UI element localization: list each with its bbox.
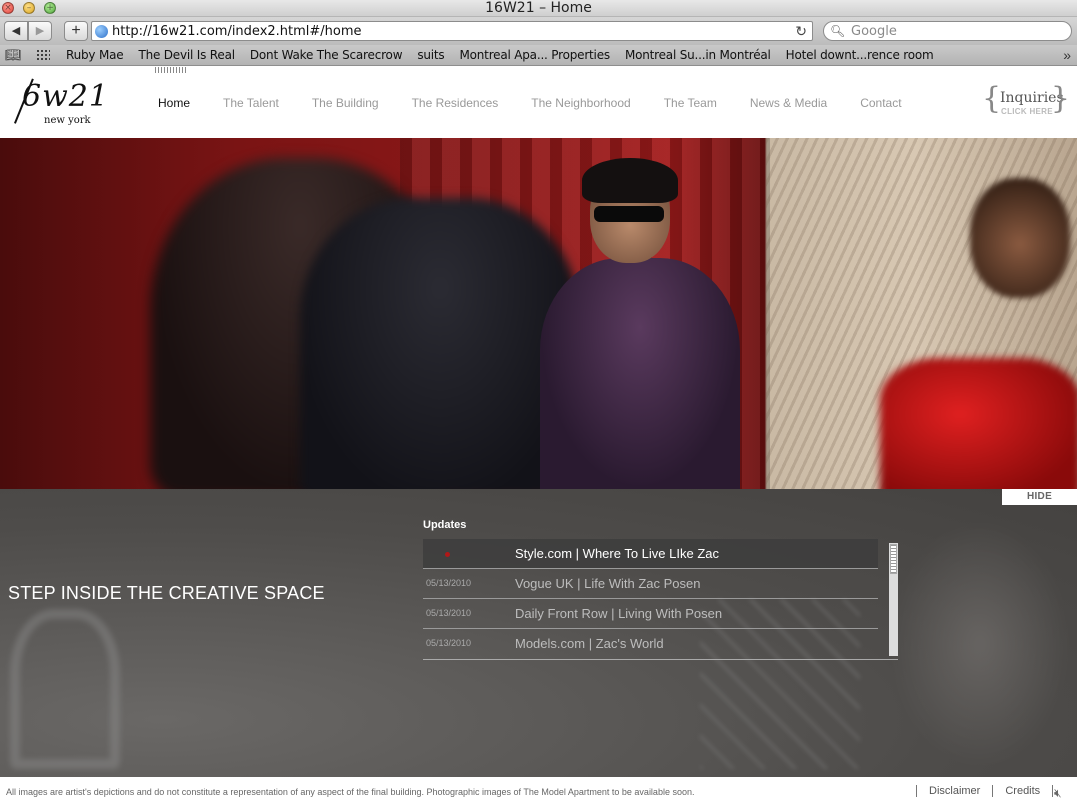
figure-jacket bbox=[540, 258, 740, 489]
nav-item-the-neighborhood[interactable]: The Neighborhood bbox=[531, 96, 630, 110]
update-item[interactable]: 05/13/2010 Vogue UK | Life With Zac Pose… bbox=[423, 569, 878, 599]
nav-indicator bbox=[155, 67, 187, 73]
update-item[interactable]: 05/13/2010 Daily Front Row | Living With… bbox=[423, 599, 878, 629]
search-icon: 🔍︎ bbox=[830, 24, 846, 38]
left-brace-icon: { bbox=[982, 81, 1002, 116]
figure-head-right bbox=[970, 178, 1070, 298]
update-item[interactable]: 05/13/2010 Models.com | Zac's World bbox=[423, 629, 878, 659]
update-title[interactable]: Daily Front Row | Living With Posen bbox=[515, 606, 722, 621]
nav-item-the-building[interactable]: The Building bbox=[312, 96, 379, 110]
site-logo[interactable]: 6w21 new york bbox=[14, 75, 116, 130]
back-arrow-icon: ◀ bbox=[11, 25, 21, 37]
figure-sunglasses bbox=[594, 206, 664, 222]
back-button[interactable]: ◀ bbox=[4, 21, 28, 41]
inquiries-button[interactable]: { Inquiries CLICK HERE } bbox=[982, 81, 1070, 119]
reload-icon[interactable]: ↻ bbox=[795, 22, 807, 40]
logo-main-text: 6w21 bbox=[22, 79, 109, 114]
bookmark-item[interactable]: Dont Wake The Scarecrow bbox=[250, 45, 403, 66]
updates-list: Style.com | Where To Live LIke Zac 05/13… bbox=[423, 539, 898, 660]
url-text[interactable]: http://16w21.com/index2.html#/home bbox=[112, 23, 362, 40]
nav-item-the-talent[interactable]: The Talent bbox=[223, 96, 279, 110]
logo-sub-text: new york bbox=[44, 115, 91, 126]
right-brace-icon: } bbox=[1050, 81, 1070, 116]
bookmark-item[interactable]: Montreal Su...in Montréal bbox=[625, 45, 771, 66]
bookmark-item[interactable]: Ruby Mae bbox=[66, 45, 124, 66]
window-titlebar: × – + 16W21 – Home bbox=[0, 0, 1077, 17]
bookmark-item[interactable]: Hotel downt...rence room bbox=[786, 45, 934, 66]
inquiries-sublabel: CLICK HERE bbox=[1001, 107, 1053, 116]
add-bookmark-icon: + bbox=[71, 22, 81, 39]
update-title[interactable]: Style.com | Where To Live LIke Zac bbox=[515, 546, 719, 561]
featured-dot-icon bbox=[445, 552, 450, 557]
bookmark-item[interactable]: The Devil Is Real bbox=[138, 45, 235, 66]
site-footer: All images are artist's depictions and d… bbox=[0, 777, 1077, 810]
tagline: STEP INSIDE THE CREATIVE SPACE bbox=[8, 583, 325, 603]
grid-icon[interactable] bbox=[36, 49, 50, 61]
figure-hair bbox=[582, 158, 678, 203]
nav-item-home[interactable]: Home bbox=[158, 96, 190, 110]
update-item[interactable]: Style.com | Where To Live LIke Zac bbox=[423, 539, 878, 569]
search-placeholder: Google bbox=[851, 24, 897, 39]
scrollbar-thumb[interactable] bbox=[890, 544, 897, 574]
nav-item-the-team[interactable]: The Team bbox=[664, 96, 717, 110]
hero-figure-red-dress bbox=[880, 178, 1077, 489]
updates-title: Updates bbox=[423, 519, 467, 531]
bookmarks-bar: 📖︎ Ruby Mae The Devil Is Real Dont Wake … bbox=[0, 45, 1077, 66]
forward-arrow-icon: ▶ bbox=[35, 25, 45, 37]
search-field[interactable]: 🔍︎ Google bbox=[823, 21, 1072, 41]
main-nav: Home The Talent The Building The Residen… bbox=[158, 96, 935, 110]
credits-link[interactable]: Credits bbox=[993, 785, 1052, 797]
update-date: 05/13/2010 bbox=[426, 578, 472, 588]
forward-button[interactable]: ▶ bbox=[28, 21, 52, 41]
update-title[interactable]: Models.com | Zac's World bbox=[515, 636, 664, 651]
hero-figure-sunglasses bbox=[520, 158, 750, 489]
updates-scrollbar[interactable] bbox=[889, 543, 898, 656]
footer-links: Disclaimer Credits bbox=[916, 785, 1054, 797]
hero-photo bbox=[0, 138, 1077, 489]
nav-item-contact[interactable]: Contact bbox=[860, 96, 901, 110]
address-bar[interactable]: http://16w21.com/index2.html#/home ↻ bbox=[91, 21, 813, 41]
chevron-double-right-icon[interactable]: » bbox=[1063, 45, 1071, 65]
nav-item-news-media[interactable]: News & Media bbox=[750, 96, 827, 110]
globe-icon bbox=[95, 25, 108, 38]
book-icon[interactable]: 📖︎ bbox=[5, 48, 22, 62]
site-header: 6w21 new york Home The Talent The Buildi… bbox=[0, 67, 1077, 138]
update-title[interactable]: Vogue UK | Life With Zac Posen bbox=[515, 576, 700, 591]
disclaimer-link[interactable]: Disclaimer bbox=[917, 785, 992, 797]
hide-button[interactable]: HIDE bbox=[1002, 489, 1077, 505]
window-title: 16W21 – Home bbox=[485, 0, 592, 16]
add-bookmark-button[interactable]: + bbox=[64, 21, 88, 41]
update-date: 05/13/2010 bbox=[426, 608, 472, 618]
nav-item-the-residences[interactable]: The Residences bbox=[412, 96, 499, 110]
bookmark-item[interactable]: Montreal Apa... Properties bbox=[459, 45, 610, 66]
bg-chair-shape bbox=[10, 609, 120, 769]
update-date: 05/13/2010 bbox=[426, 638, 472, 648]
figure-red-dress bbox=[880, 358, 1077, 489]
speaker-mute-icon[interactable]: 🔇︎ bbox=[1054, 786, 1062, 801]
bg-blur-shape bbox=[890, 519, 1070, 769]
browser-toolbar: ◀ ▶ + http://16w21.com/index2.html#/home… bbox=[0, 17, 1077, 45]
updates-panel: Updates Style.com | Where To Live LIke Z… bbox=[423, 519, 898, 660]
bookmark-item[interactable]: suits bbox=[417, 45, 444, 66]
disclaimer-text: All images are artist's depictions and d… bbox=[6, 787, 695, 797]
